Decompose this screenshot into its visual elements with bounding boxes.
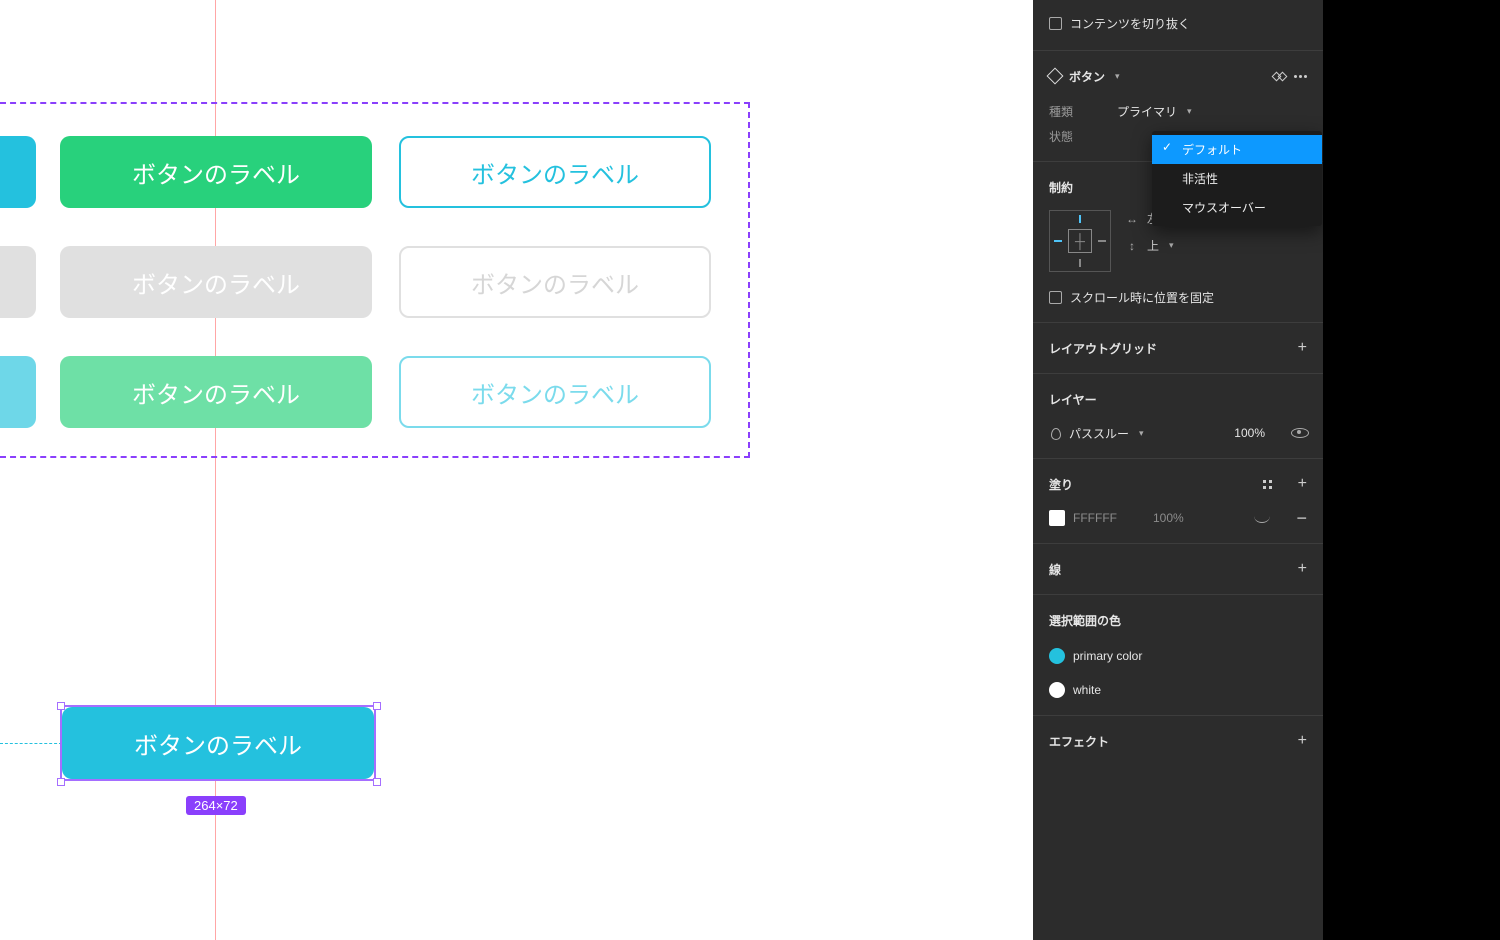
alignment-guide-dashed xyxy=(0,743,62,744)
inspector-panel: コンテンツを切り抜く ボタン ▾ 種類 プライマリ ▾ 状態 デフォルト 非活性… xyxy=(1033,0,1323,940)
constraints-title: 制約 xyxy=(1049,179,1073,196)
fix-scroll-checkbox[interactable] xyxy=(1049,291,1062,304)
fill-opacity[interactable]: 100% xyxy=(1153,511,1184,525)
chevron-down-icon[interactable]: ▾ xyxy=(1139,428,1144,439)
canvas[interactable]: ボタンのラベル ボタンのラベル ボタンのラベル ボタンのラベル ボタンのラベル … xyxy=(0,0,1033,940)
selection-color-swatch-1[interactable] xyxy=(1049,648,1065,664)
effects-section: エフェクト + xyxy=(1033,716,1323,766)
fill-hex[interactable]: FFFFFF xyxy=(1073,511,1117,525)
clip-content-checkbox[interactable] xyxy=(1049,17,1062,30)
fill-hidden-eye-icon[interactable] xyxy=(1254,513,1270,523)
layer-opacity[interactable]: 100% xyxy=(1234,426,1265,440)
button-label: ボタンのラベル xyxy=(471,375,639,410)
button-gray-edge[interactable] xyxy=(0,246,36,318)
layout-grid-title: レイアウトグリッド xyxy=(1049,340,1157,357)
constraint-vertical-select[interactable]: ↕ 上 ▾ xyxy=(1125,237,1307,254)
selection-outline xyxy=(60,705,376,781)
styles-icon[interactable] xyxy=(1263,480,1272,489)
fill-section: 塗り + FFFFFF 100% − xyxy=(1033,459,1323,544)
selection-handle-ne[interactable] xyxy=(373,702,381,710)
fill-title: 塗り xyxy=(1049,476,1073,493)
button-label: ボタンのラベル xyxy=(471,265,639,300)
chevron-down-icon[interactable]: ▾ xyxy=(1187,106,1192,117)
blend-mode-icon xyxy=(1049,426,1061,440)
prop-type-value[interactable]: プライマリ xyxy=(1117,103,1177,120)
detach-instance-icon[interactable] xyxy=(1272,69,1286,83)
menu-item-disabled[interactable]: 非活性 xyxy=(1152,164,1322,193)
visibility-eye-icon[interactable] xyxy=(1291,428,1307,438)
button-green-light[interactable]: ボタンのラベル xyxy=(60,356,372,428)
chevron-down-icon: ▾ xyxy=(1169,240,1174,251)
button-outline-cyan-light[interactable]: ボタンのラベル xyxy=(399,356,711,428)
selection-color-swatch-2[interactable] xyxy=(1049,682,1065,698)
button-outline-cyan[interactable]: ボタンのラベル xyxy=(399,136,711,208)
layout-grid-section: レイアウトグリッド + xyxy=(1033,323,1323,374)
layer-section: レイヤー パススルー ▾ 100% xyxy=(1033,374,1323,459)
selection-handle-nw[interactable] xyxy=(57,702,65,710)
button-green[interactable]: ボタンのラベル xyxy=(60,136,372,208)
stroke-title: 線 xyxy=(1049,561,1061,578)
selection-color-name-1: primary color xyxy=(1073,649,1142,663)
prop-type-label: 種類 xyxy=(1049,103,1109,120)
vertical-icon: ↕ xyxy=(1125,239,1139,253)
selection-handle-sw[interactable] xyxy=(57,778,65,786)
horizontal-icon: ↔ xyxy=(1125,212,1139,226)
clip-content-section: コンテンツを切り抜く xyxy=(1033,0,1323,51)
selection-colors-section: 選択範囲の色 primary color white xyxy=(1033,595,1323,716)
add-layout-grid-button[interactable]: + xyxy=(1298,339,1307,357)
layer-title: レイヤー xyxy=(1049,391,1097,408)
button-cyan-edge[interactable] xyxy=(0,136,36,208)
prop-state-label: 状態 xyxy=(1049,128,1109,145)
add-effect-button[interactable]: + xyxy=(1298,732,1307,750)
button-label: ボタンのラベル xyxy=(132,155,300,190)
stroke-section: 線 + xyxy=(1033,544,1323,595)
selection-color-name-2: white xyxy=(1073,683,1101,697)
constraints-widget[interactable]: ┼ xyxy=(1049,210,1111,272)
window-black-margin xyxy=(1323,0,1500,940)
menu-item-default[interactable]: デフォルト xyxy=(1152,135,1322,164)
more-icon[interactable] xyxy=(1294,75,1307,78)
remove-fill-button[interactable]: − xyxy=(1296,509,1307,527)
button-label: ボタンのラベル xyxy=(132,265,300,300)
selection-handle-se[interactable] xyxy=(373,778,381,786)
add-fill-button[interactable]: + xyxy=(1298,475,1307,493)
button-label: ボタンのラベル xyxy=(132,375,300,410)
constraint-v-value: 上 xyxy=(1147,237,1159,254)
add-stroke-button[interactable]: + xyxy=(1298,560,1307,578)
clip-content-label: コンテンツを切り抜く xyxy=(1070,15,1190,32)
component-diamond-icon xyxy=(1047,68,1064,85)
blend-mode-value[interactable]: パススルー xyxy=(1069,425,1129,442)
fix-scroll-label: スクロール時に位置を固定 xyxy=(1070,289,1214,306)
menu-item-hover[interactable]: マウスオーバー xyxy=(1152,193,1322,222)
button-label: ボタンのラベル xyxy=(471,155,639,190)
effects-title: エフェクト xyxy=(1049,733,1109,750)
state-dropdown-menu: デフォルト 非活性 マウスオーバー xyxy=(1152,131,1322,226)
component-section: ボタン ▾ 種類 プライマリ ▾ 状態 デフォルト 非活性 マウスオーバー xyxy=(1033,51,1323,162)
button-gray[interactable]: ボタンのラベル xyxy=(60,246,372,318)
selection-dimensions: 264×72 xyxy=(186,796,246,815)
component-name[interactable]: ボタン xyxy=(1069,68,1105,85)
fill-swatch[interactable] xyxy=(1049,510,1065,526)
chevron-down-icon[interactable]: ▾ xyxy=(1115,71,1120,82)
selection-colors-title: 選択範囲の色 xyxy=(1049,612,1121,629)
button-outline-gray[interactable]: ボタンのラベル xyxy=(399,246,711,318)
button-cyan-light-edge[interactable] xyxy=(0,356,36,428)
